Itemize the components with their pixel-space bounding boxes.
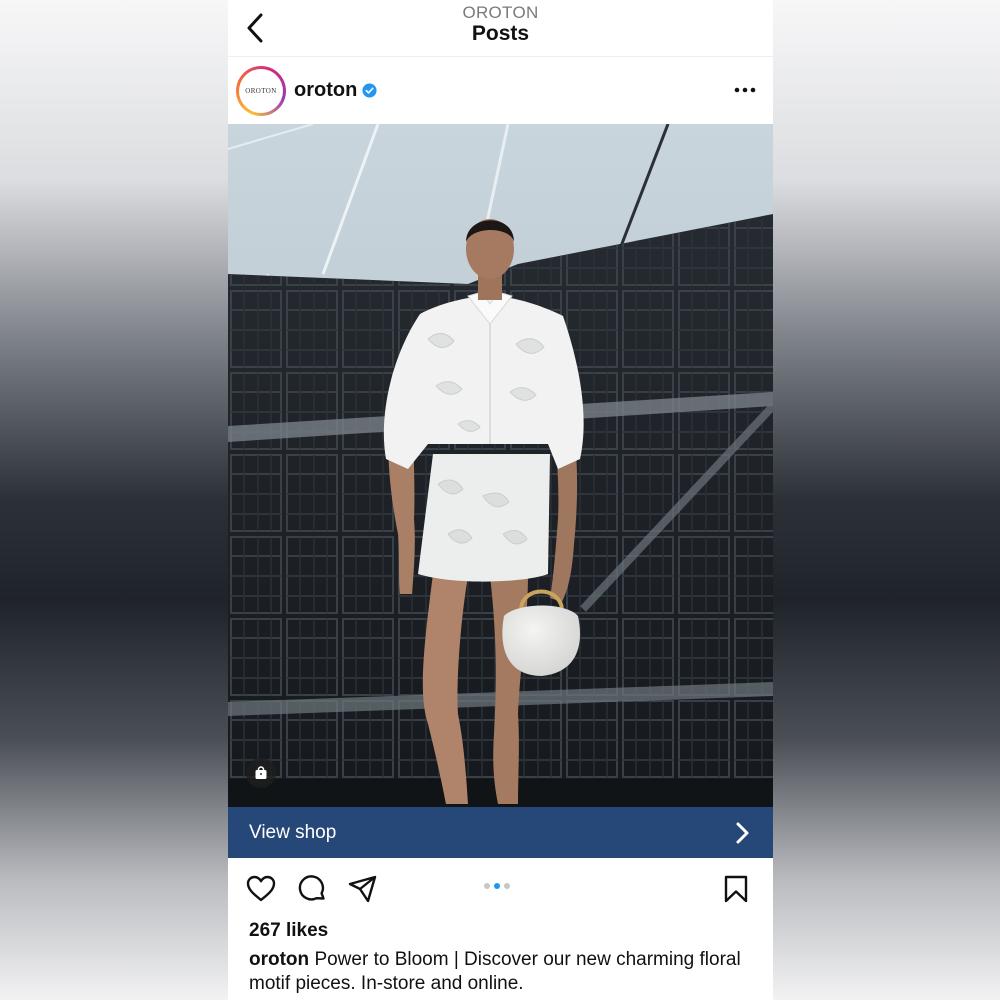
navigation-bar: OROTON Posts — [228, 0, 773, 57]
shopping-tag-button[interactable] — [246, 758, 276, 788]
share-button[interactable] — [347, 873, 379, 905]
post-actions — [228, 858, 773, 918]
view-shop-label: View shop — [249, 822, 337, 843]
save-button[interactable] — [720, 873, 752, 905]
send-icon — [348, 875, 377, 903]
more-options-button[interactable] — [728, 75, 762, 105]
post-caption: oroton Power to Bloom | Discover our new… — [249, 948, 754, 996]
avatar[interactable]: OROTON — [236, 66, 286, 116]
comment-button[interactable] — [296, 873, 328, 905]
post-header: OROTON oroton — [228, 57, 773, 124]
chevron-right-icon — [736, 822, 749, 844]
more-horizontal-icon — [734, 87, 756, 93]
post-image[interactable] — [228, 124, 773, 807]
page-title: Posts — [471, 22, 530, 45]
carousel-dot — [504, 883, 510, 889]
heart-icon — [246, 875, 276, 902]
post-username[interactable]: oroton — [294, 79, 357, 102]
carousel-indicator — [484, 883, 510, 891]
like-count: 267 likes — [249, 920, 329, 941]
caption-username[interactable]: oroton — [249, 949, 309, 970]
view-shop-button[interactable]: View shop — [228, 807, 773, 858]
carousel-dot — [484, 883, 490, 889]
shopping-bag-icon — [255, 766, 267, 779]
post-photo-illustration — [228, 124, 773, 807]
bookmark-icon — [724, 875, 748, 903]
account-name: OROTON — [462, 3, 539, 22]
comment-icon — [298, 875, 325, 901]
avatar-logo-text: OROTON — [245, 87, 277, 95]
instagram-post-screen: OROTON Posts OROTON oroton View shop 267… — [228, 0, 773, 1000]
carousel-dot-active — [494, 883, 500, 889]
like-button[interactable] — [245, 873, 277, 905]
verified-badge-icon — [362, 83, 377, 98]
caption-text: Power to Bloom | Discover our new charmi… — [249, 949, 741, 994]
